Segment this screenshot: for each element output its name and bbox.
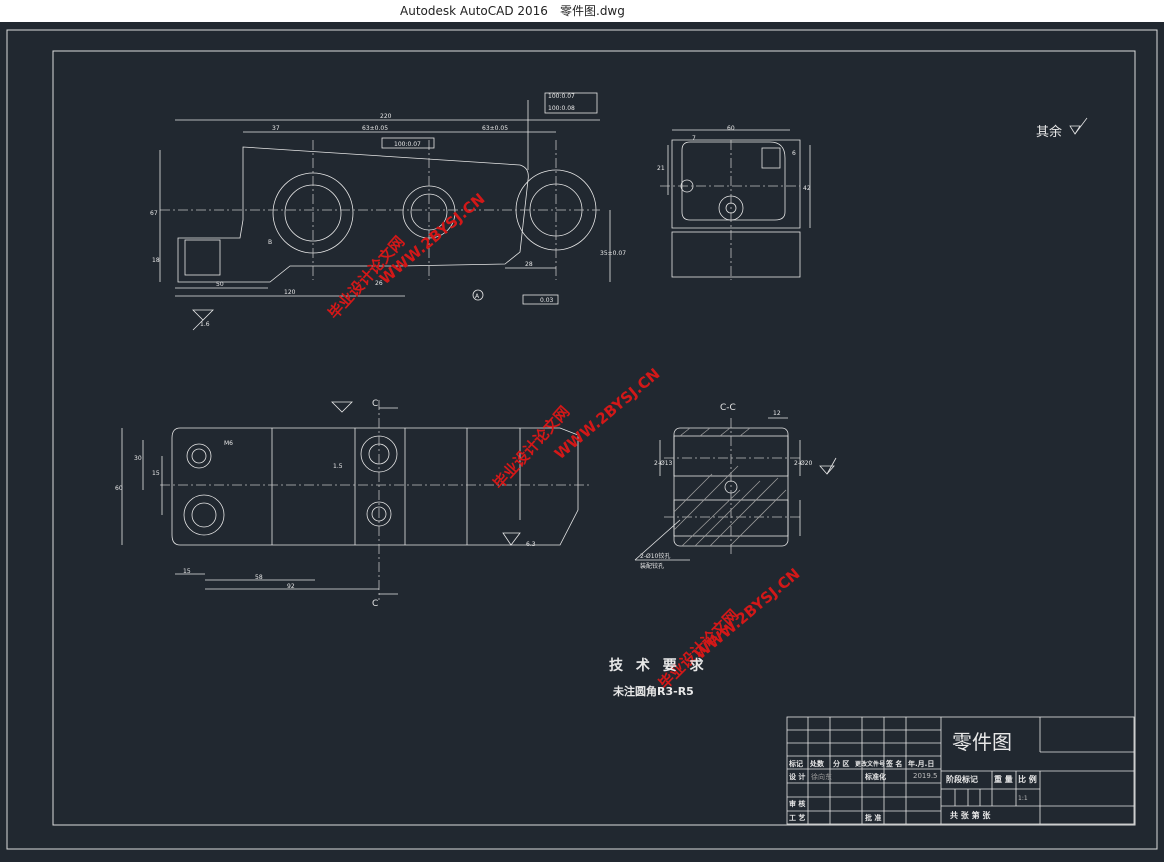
dim-12: 12 — [773, 410, 781, 417]
cut-label-top: C — [372, 399, 378, 409]
designer-name: 徐向东 — [811, 773, 832, 781]
dim-92: 92 — [287, 583, 295, 590]
top-view — [121, 400, 590, 600]
watermark-url-3: WWW.2BYSJ.CN — [691, 565, 803, 663]
weight-label: 重 量 — [994, 775, 1013, 784]
tol-1: 100:0.07 — [548, 93, 575, 100]
process-label: 工 艺 — [789, 814, 806, 822]
dim-42: 42 — [803, 185, 811, 192]
dim-28: 28 — [525, 261, 533, 268]
dim-35: 35±0.07 — [600, 250, 626, 257]
dim-21: 21 — [657, 165, 665, 172]
dim-6: 6 — [792, 150, 796, 157]
design-date: 2019.5 — [913, 772, 938, 780]
dim-37: 37 — [272, 125, 280, 132]
dim-30: 30 — [134, 455, 142, 462]
standard-label: 标准化 — [865, 773, 886, 781]
title-bar: Autodesk AutoCAD 2016 零件图.dwg — [0, 0, 1164, 22]
dim-63b: 63±0.05 — [482, 125, 508, 132]
app-title: Autodesk AutoCAD 2016 — [400, 4, 548, 18]
side-view — [660, 129, 811, 280]
hole-note-2: 装配铰孔 — [640, 562, 664, 570]
dim-50: 50 — [216, 281, 224, 288]
dim-m6: M6 — [224, 440, 233, 447]
tb-header-2: 分 区 — [833, 760, 850, 768]
dim-18: 18 — [152, 257, 160, 264]
dim-60: 60 — [727, 125, 735, 132]
dim-58: 58 — [255, 574, 263, 581]
dim-67: 67 — [150, 210, 158, 217]
dim-220: 220 — [380, 113, 392, 120]
dim-1-5: 1.5 — [333, 463, 343, 470]
file-name: 零件图.dwg — [560, 4, 625, 18]
dim-60b: 60 — [115, 485, 123, 492]
sheets-label: 共 张 第 张 — [950, 811, 991, 820]
dim-120: 120 — [284, 289, 296, 296]
dim-7: 7 — [692, 135, 696, 142]
rough-1-6: 1.6 — [200, 321, 210, 328]
design-label: 设 计 — [789, 773, 806, 781]
dim-d20: 2-Ø20 — [794, 460, 813, 467]
hole-note: 2-Ø10铰孔 — [640, 552, 670, 560]
drawing-canvas[interactable]: 220 37 63±0.05 63±0.05 67 18 50 120 26 2… — [0, 22, 1164, 858]
cut-label-bottom: C — [372, 599, 378, 609]
tb-header-4: 签 名 — [886, 760, 903, 768]
drawing-name: 零件图 — [952, 730, 1012, 754]
scale-value: 1:1 — [1018, 795, 1028, 802]
flatness: 0.03 — [540, 297, 554, 304]
roughness-note: 其余 — [1036, 125, 1063, 140]
tb-header-0: 标记 — [789, 760, 803, 768]
ref-b: B — [268, 239, 272, 246]
section-view — [634, 417, 837, 561]
tech-req-title: 技 术 要 求 — [609, 658, 708, 674]
dim-15: 15 — [152, 470, 160, 477]
dim-15b: 15 — [183, 568, 191, 575]
rough-6-3: 6.3 — [526, 541, 536, 548]
tol-2: 100:0.08 — [548, 105, 575, 112]
stage-label: 阶段标记 — [946, 775, 978, 784]
review-label: 审 核 — [789, 800, 806, 808]
tech-req-text: 未注圆角R3-R5 — [613, 685, 694, 698]
tb-header-1: 处数 — [810, 760, 824, 768]
scale-label: 比 例 — [1018, 775, 1037, 784]
dim-63a: 63±0.05 — [362, 125, 388, 132]
tb-header-5: 年.月.日 — [908, 760, 935, 768]
section-label: C-C — [720, 403, 736, 413]
tol-3: 100:0.07 — [394, 141, 421, 148]
ref-a: A — [475, 293, 480, 300]
approve-label: 批 准 — [865, 814, 882, 822]
tb-header-3: 更改文件号 — [855, 761, 886, 768]
inner-border — [52, 50, 1136, 826]
roughness-symbol — [1069, 125, 1081, 135]
dim-d13: 2-Ø13 — [654, 460, 673, 467]
